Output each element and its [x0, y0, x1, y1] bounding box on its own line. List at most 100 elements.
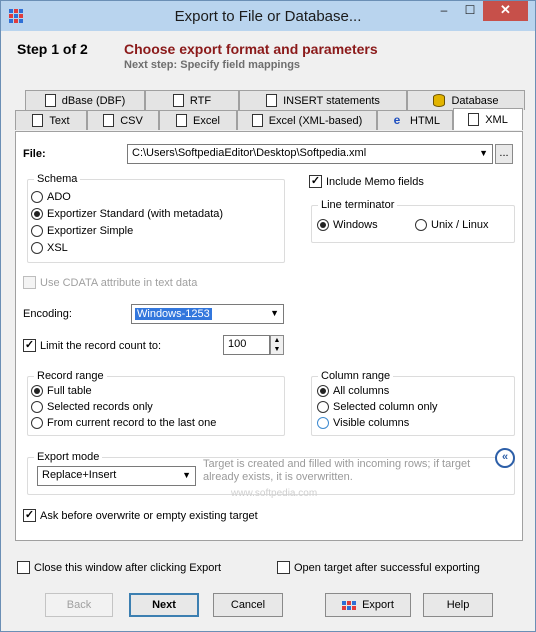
radio-label: Unix / Linux	[431, 219, 489, 231]
radio-circle	[317, 417, 329, 429]
tab-text[interactable]: Text	[15, 110, 87, 130]
tab-insert-statements[interactable]: INSERT statements	[239, 90, 407, 110]
radio-label: XSL	[47, 242, 68, 254]
document-icon	[32, 114, 44, 127]
checkbox-label: Use CDATA attribute in text data	[40, 276, 198, 289]
database-icon	[433, 94, 446, 107]
tab-excel[interactable]: Excel	[159, 110, 237, 130]
ask-overwrite-checkbox[interactable]: ✓ Ask before overwrite or empty existing…	[23, 509, 258, 522]
column-range-all-radio[interactable]: All columns	[317, 385, 389, 397]
checkbox-label: Limit the record count to:	[40, 339, 162, 352]
checkbox-box	[277, 561, 290, 574]
export-mode-combo[interactable]: Replace+Insert ▼	[37, 466, 196, 486]
schema-xsl-radio[interactable]: XSL	[31, 242, 68, 254]
radio-circle	[31, 417, 43, 429]
radio-circle	[31, 208, 43, 220]
schema-simple-radio[interactable]: Exportizer Simple	[31, 225, 133, 237]
open-after-export-checkbox[interactable]: Open target after successful exporting	[277, 561, 480, 574]
tab-html[interactable]: e HTML	[377, 110, 453, 130]
title-bar: Export to File or Database... – ☐ ✕	[1, 1, 535, 31]
file-path-value: C:\Users\SoftpediaEditor\Desktop\Softped…	[132, 147, 367, 159]
record-range-full-radio[interactable]: Full table	[31, 385, 92, 397]
tab-label: Text	[49, 114, 70, 127]
checkmark-icon: ✓	[23, 509, 36, 522]
watermark-text: www.softpedia.com	[231, 488, 318, 499]
document-icon	[176, 114, 188, 127]
radio-label: Exportizer Standard (with metadata)	[47, 208, 224, 220]
html-icon: e	[393, 113, 401, 127]
checkbox-box	[17, 561, 30, 574]
record-range-selected-radio[interactable]: Selected records only	[31, 401, 153, 413]
file-path-combo[interactable]: C:\Users\SoftpediaEditor\Desktop\Softped…	[127, 144, 493, 164]
close-after-export-checkbox[interactable]: Close this window after clicking Export	[17, 561, 221, 574]
radio-circle	[31, 401, 43, 413]
document-icon	[251, 114, 263, 127]
checkbox-label: Open target after successful exporting	[294, 561, 480, 574]
record-limit-input[interactable]: 100	[223, 335, 270, 355]
close-button[interactable]: ✕	[483, 1, 528, 21]
export-button[interactable]: Export	[325, 593, 411, 617]
checkbox-box	[23, 276, 36, 289]
tab-xml[interactable]: XML	[453, 108, 523, 130]
export-mode-value: Replace+Insert	[42, 469, 117, 481]
record-limit-spinner[interactable]: ▲ ▼	[270, 335, 284, 355]
browse-button[interactable]: ...	[495, 144, 513, 164]
record-range-current-radio[interactable]: From current record to the last one	[31, 417, 216, 429]
tab-dbase[interactable]: dBase (DBF)	[25, 90, 145, 110]
line-terminator-unix-radio[interactable]: Unix / Linux	[415, 219, 488, 231]
line-terminator-windows-radio[interactable]: Windows	[317, 219, 378, 231]
tab-database[interactable]: Database	[407, 90, 525, 110]
record-range-label: Record range	[34, 370, 107, 382]
schema-ado-radio[interactable]: ADO	[31, 191, 71, 203]
tab-label: HTML	[410, 114, 440, 127]
checkmark-icon: ✓	[23, 339, 36, 352]
encoding-label: Encoding:	[23, 308, 72, 320]
radio-label: Selected column only	[333, 401, 438, 413]
radio-label: Selected records only	[47, 401, 153, 413]
arrow-down-icon[interactable]: ▼	[271, 345, 283, 354]
tab-label: Excel (XML-based)	[268, 114, 363, 127]
radio-label: From current record to the last one	[47, 417, 217, 429]
encoding-combo[interactable]: Windows-1253 ▼	[131, 304, 284, 324]
tab-label: CSV	[120, 114, 143, 127]
line-terminator-label: Line terminator	[318, 199, 398, 211]
checkbox-label: Ask before overwrite or empty existing t…	[40, 509, 258, 522]
radio-circle	[31, 385, 43, 397]
document-icon	[172, 94, 184, 107]
maximize-button[interactable]: ☐	[457, 1, 483, 21]
column-range-selected-radio[interactable]: Selected column only	[317, 401, 438, 413]
help-button[interactable]: Help	[423, 593, 493, 617]
include-memo-checkbox[interactable]: ✓ Include Memo fields	[309, 175, 424, 188]
arrow-up-icon[interactable]: ▲	[271, 336, 283, 345]
chevron-down-icon: ▼	[182, 470, 191, 480]
cancel-button[interactable]: Cancel	[213, 593, 283, 617]
column-range-visible-radio[interactable]: Visible columns	[317, 417, 409, 429]
tab-rtf[interactable]: RTF	[145, 90, 239, 110]
tab-csv[interactable]: CSV	[87, 110, 159, 130]
collapse-chevrons-icon[interactable]: «	[495, 448, 515, 468]
back-button[interactable]: Back	[45, 593, 113, 617]
radio-circle	[31, 191, 43, 203]
next-button[interactable]: Next	[129, 593, 199, 617]
limit-record-count-checkbox[interactable]: ✓ Limit the record count to:	[23, 339, 161, 352]
minimize-button[interactable]: –	[431, 1, 457, 21]
tab-label: XML	[485, 113, 508, 126]
column-range-label: Column range	[318, 370, 394, 382]
radio-label: ADO	[47, 191, 71, 203]
cdata-checkbox[interactable]: Use CDATA attribute in text data	[23, 276, 197, 289]
next-step-text: Next step: Specify field mappings	[124, 59, 301, 71]
schema-standard-radio[interactable]: Exportizer Standard (with metadata)	[31, 208, 223, 220]
radio-circle	[31, 225, 43, 237]
checkbox-label: Include Memo fields	[326, 175, 424, 188]
radio-circle	[31, 242, 43, 254]
export-mode-label: Export mode	[34, 451, 103, 463]
radio-circle	[317, 401, 329, 413]
document-icon	[103, 114, 115, 127]
radio-label: Full table	[47, 385, 92, 397]
radio-circle	[317, 385, 329, 397]
encoding-value: Windows-1253	[135, 308, 212, 320]
checkmark-icon: ✓	[309, 175, 322, 188]
tab-excel-xml[interactable]: Excel (XML-based)	[237, 110, 377, 130]
chevron-down-icon: ▼	[479, 148, 488, 158]
tab-label: dBase (DBF)	[61, 94, 126, 107]
